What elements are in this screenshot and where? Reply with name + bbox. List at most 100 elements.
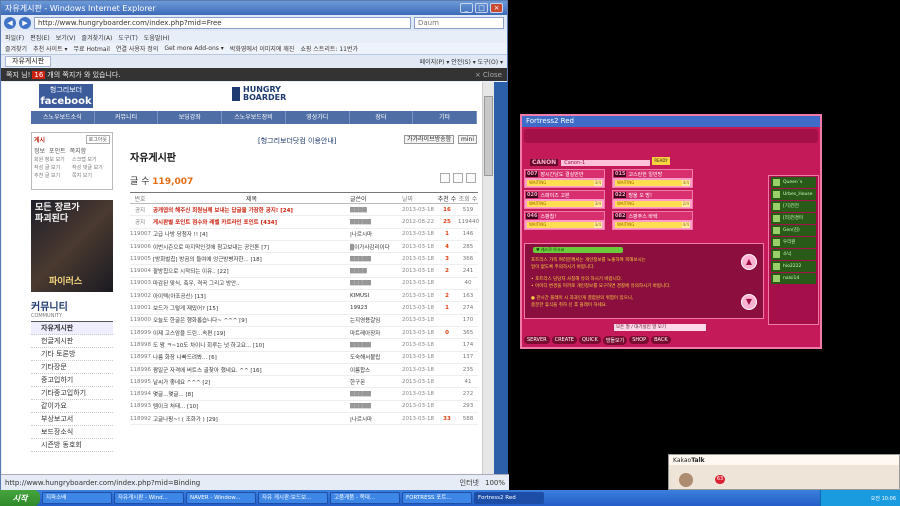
post-author[interactable]: |나르시마	[350, 230, 402, 238]
user-list-item[interactable]: Urbes_House	[771, 189, 816, 200]
nav-item[interactable]: 커뮤니티	[95, 111, 159, 124]
table-row[interactable]: 119001 보드가 그렇게 재밌어? [15] 19923 2013-03-18 1 2…	[130, 302, 478, 315]
post-title[interactable]: 이제 고스암을 드린...속편 [19]	[150, 329, 350, 337]
logout-button[interactable]: 로그아웃	[85, 135, 110, 144]
forward-icon[interactable]: ▶	[19, 17, 31, 29]
side-menu-item[interactable]: 기타 토론방	[31, 348, 113, 361]
game-room-slot[interactable]: 007 장시간낭도 결실만만 WAITING 3/4	[524, 169, 605, 188]
post-title[interactable]: 고급 나방 당첨자 !! [4]	[150, 230, 350, 238]
menu-file[interactable]: 파일(F)	[5, 33, 24, 42]
close-button[interactable]: ×	[490, 3, 503, 13]
guide-link[interactable]: [헝그리보더닷컴 이용안내]	[258, 136, 337, 146]
member-link[interactable]: 회원 정보 보기	[34, 156, 72, 163]
facebook-logo[interactable]: 헝그리보더 facebook	[39, 84, 93, 108]
nav-item[interactable]: 스노우보드장비	[222, 111, 286, 124]
right-banner[interactable]	[494, 82, 508, 474]
nav-item[interactable]: 장터	[350, 111, 414, 124]
site-logo[interactable]: HUNGRY BOARDER	[232, 86, 286, 102]
task-item[interactable]: NAVER - Window...	[186, 492, 256, 504]
mini-button[interactable]: mini	[458, 135, 477, 144]
chat-input[interactable]: 모든 말 / 대기실인 말 모기	[614, 324, 706, 331]
task-item[interactable]: Fortress2 Red	[474, 492, 544, 504]
table-row[interactable]: 118998 도 왕 ㅋ~10도 차이니 회루는 넛 하고요... [10] ▒▒▒…	[130, 339, 478, 352]
task-item[interactable]: FORTRESS 포트...	[402, 492, 472, 504]
game-room-slot[interactable]: 020 스파이즈 고본 WAITING 3/4	[524, 190, 605, 209]
game-room-slot[interactable]: 082 스팡주스 바텍 WAITING 4/4	[612, 211, 693, 230]
post-title[interactable]: 도 왕 ㅋ~10도 차이니 회루는 넛 하고요... [10]	[150, 341, 350, 349]
zoom-level[interactable]: 100%	[485, 479, 505, 487]
member-link[interactable]: 쪽지 보기	[72, 172, 110, 179]
side-menu-item[interactable]: 기타중고입하기	[31, 387, 113, 400]
task-item[interactable]: 고품게품 - 쪽대...	[330, 492, 400, 504]
table-row[interactable]: 119000 오늘도 한글은 행화롭습니다~ ^^^ [9] 는지영용갈임 2013-…	[130, 315, 478, 327]
shop-button[interactable]: SHOP	[629, 336, 650, 344]
notice-close[interactable]: × Close	[475, 71, 502, 79]
minimize-button[interactable]: _	[460, 3, 473, 13]
post-title[interactable]: 공개엽의 해주신 회원님께 보내는 답글을 가장한 공지! [24]	[150, 206, 350, 214]
address-bar[interactable]: http://www.hungryboarder.com/index.php?m…	[34, 17, 411, 29]
start-button[interactable]: 시작	[0, 490, 40, 506]
side-menu-item[interactable]: 부상보고서	[31, 413, 113, 426]
col-views[interactable]: 조회 수	[458, 194, 478, 203]
post-title[interactable]: [방화벌칩] 방곰의 들여에 엉근방병자한... [18]	[150, 255, 350, 263]
post-author[interactable]: ▒이가사감리이다	[350, 243, 402, 251]
nav-item[interactable]: 보딩강좌	[158, 111, 223, 124]
scroll-thumb[interactable]	[484, 96, 493, 176]
user-list-item[interactable]: Gen(김)	[771, 225, 816, 236]
table-row[interactable]: 118997 나름 화장 나빠드려봐... [6] 도숙해서불립 2013-03-18…	[130, 352, 478, 364]
chat-down-icon[interactable]: ▼	[741, 294, 757, 310]
table-row[interactable]: 119006 이번시즌으로 마지막인것에 참고보내는 공인톤 [7] ▒이가사감리이…	[130, 241, 478, 254]
table-row[interactable]: 118993 템이크 처태... [10] ▒▒▒▒▒ 2013-03-18 293	[130, 401, 478, 414]
back-button[interactable]: BACK	[651, 336, 671, 344]
side-menu-item[interactable]: 자유게시판	[31, 322, 113, 335]
table-row[interactable]: 119002 아이텍(아조공신) [13] KIMUSI 2013-03-18 2 163	[130, 290, 478, 303]
server-button[interactable]: SERVER	[524, 336, 550, 344]
table-row[interactable]: 118992 고글나핑~! ( 조화가 ) [29] |나르시마 2013-03-18…	[130, 413, 478, 426]
ad-banner[interactable]: 모든 장르가 파괴된다 파이러스	[31, 200, 113, 292]
post-title[interactable]: 고글나핑~! ( 조화가 ) [29]	[150, 415, 350, 423]
kakaotalk-popup[interactable]: KakaoTalk 63	[668, 454, 900, 490]
fav-item[interactable]: 즐겨찾기	[5, 44, 27, 53]
post-title[interactable]: 나름 화장 나빠드려봐... [6]	[150, 353, 350, 361]
clock[interactable]: 오전 10:06	[871, 495, 896, 502]
task-item[interactable]: 자유 게시판:보드보...	[258, 492, 328, 504]
table-row[interactable]: 119005 [방화벌칩] 방곰의 들여에 엉근방병자한... [18] ▒▒▒▒▒…	[130, 253, 478, 266]
user-list-item[interactable]: [기]전전	[771, 201, 816, 212]
post-title[interactable]: 팔방힙으로 시작되는 이유.. [22]	[150, 267, 350, 275]
game-room-slot[interactable]: 022 방울 오 방! WAITING 2/4	[612, 190, 693, 209]
nav-item[interactable]: 기타	[413, 111, 478, 124]
col-date[interactable]: 날짜	[402, 194, 436, 203]
post-author[interactable]: ▒▒▒▒▒	[350, 219, 402, 225]
login-link[interactable]: 정보	[34, 146, 45, 155]
post-author[interactable]: KIMUSI	[350, 293, 402, 299]
post-title[interactable]: 짬일군 자격에 버트스 골찾아 했네요. ^^ [16]	[150, 366, 350, 374]
notice-count[interactable]: 16	[32, 70, 46, 79]
post-author[interactable]: ▒▒▒▒▒	[350, 256, 402, 262]
side-menu-item[interactable]: 헌글게시판	[31, 335, 113, 348]
task-item[interactable]: 지파소배	[42, 492, 112, 504]
col-votes[interactable]: 추천 수	[436, 194, 458, 203]
nav-item[interactable]: 영상가디	[286, 111, 350, 124]
ready-button[interactable]: READY	[652, 157, 670, 165]
fav-item[interactable]: 박화영에서 이미지에 깨진	[230, 44, 295, 53]
fav-item[interactable]: 연결 사용자 정의	[116, 44, 158, 53]
fav-item[interactable]: 추천 사이트 ▾	[33, 44, 67, 53]
post-author[interactable]: ▒▒▒▒▒	[350, 342, 402, 348]
side-menu-item[interactable]: 중고입하기	[31, 374, 113, 387]
login-link[interactable]: 포인트	[49, 146, 66, 155]
post-title[interactable]: 몇글...몇글... [8]	[150, 390, 350, 398]
table-row[interactable]: 118995 날씨가 좋네요 ^^^ [2] 한구몬 2013-03-18 41	[130, 376, 478, 389]
post-author[interactable]: 마트레아장자	[350, 329, 402, 337]
game-room-slot[interactable]: 015 고스란한 일반방 WAITING 4/4	[612, 169, 693, 188]
post-title[interactable]: 날씨가 좋네요 ^^^ [2]	[150, 378, 350, 386]
game-room-slot[interactable]: 046 스팡칩! WAITING 3/4	[524, 211, 605, 230]
fav-item[interactable]: 무료 Hotmail	[74, 44, 110, 53]
create-button[interactable]: CREATE	[551, 336, 577, 344]
tab-free-board[interactable]: 자유게시판	[5, 56, 52, 67]
nav-item[interactable]: 스노우보드소식	[31, 111, 95, 124]
user-list-item[interactable]: 소닉	[771, 249, 816, 260]
menu-tools[interactable]: 도구(T)	[118, 33, 137, 42]
post-author[interactable]: 이름합스	[350, 366, 402, 374]
task-item[interactable]: 자유게시판 - Wind...	[114, 492, 184, 504]
view-rooms-button[interactable]: 방들보기	[602, 335, 628, 345]
